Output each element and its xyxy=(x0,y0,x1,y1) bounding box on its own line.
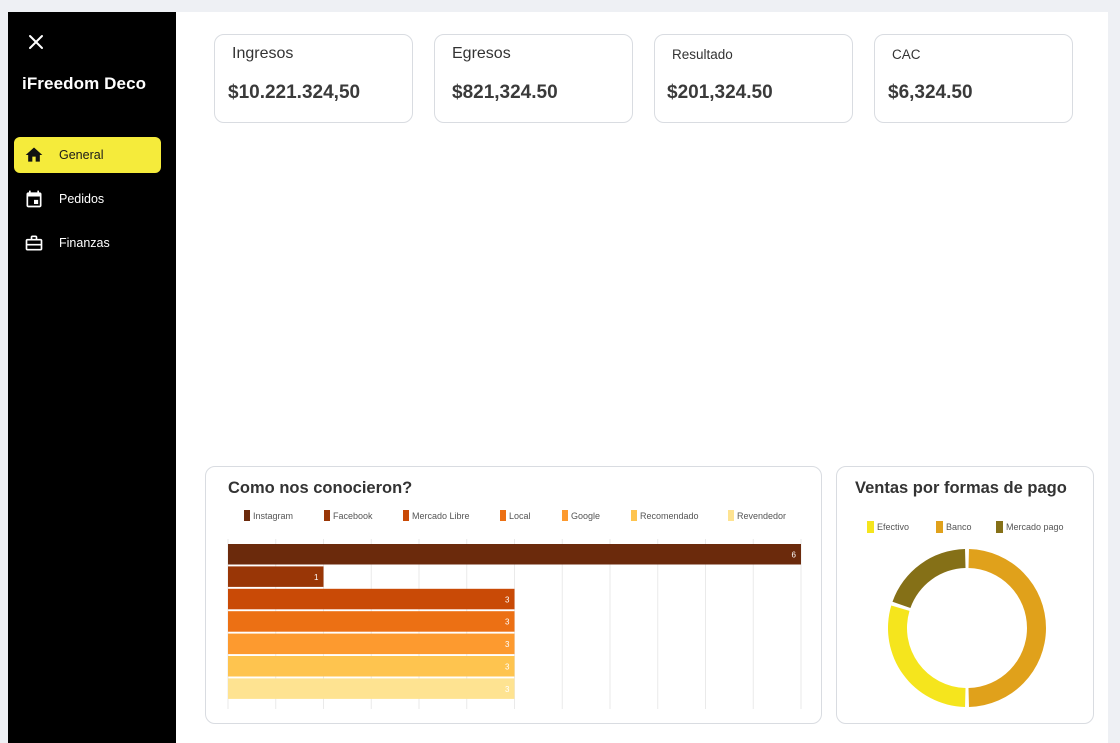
brand-title: iFreedom Deco xyxy=(22,74,147,93)
sidebar: iFreedom Deco General Pedidos Finanzas xyxy=(8,12,176,743)
bar-data-label: 3 xyxy=(505,618,510,627)
bar-data-label: 3 xyxy=(505,663,510,672)
bar[interactable] xyxy=(228,656,515,677)
bar-data-label: 6 xyxy=(792,551,797,560)
kpi-card-cac: CAC $6,324.50 xyxy=(874,34,1073,123)
donut-slice[interactable] xyxy=(888,605,966,707)
bar[interactable] xyxy=(228,544,801,565)
bar[interactable] xyxy=(228,633,515,655)
bar-data-label: 3 xyxy=(505,685,510,694)
bar[interactable] xyxy=(228,678,515,699)
bar-data-label: 1 xyxy=(314,573,319,582)
kpi-card-ingresos: Ingresos $10.221.324,50 xyxy=(214,34,413,123)
bar-data-label: 3 xyxy=(505,640,510,649)
kpi-title: Ingresos xyxy=(232,45,294,62)
calendar-icon xyxy=(24,189,44,209)
kpi-title: CAC xyxy=(892,47,921,62)
kpi-value: $10.221.324,50 xyxy=(228,82,361,103)
chart-panel-ventas-por-formas-de-pago: Ventas por formas de pago Efectivo Banco M… xyxy=(836,466,1094,724)
kpi-title: Resultado xyxy=(672,47,733,62)
sidebar-item-label: General xyxy=(59,148,104,162)
bar-chart: 6 1 3 3 3 3 3 xyxy=(227,539,802,709)
briefcase-icon xyxy=(24,233,44,253)
sidebar-item-label: Pedidos xyxy=(59,192,105,206)
donut-slice[interactable] xyxy=(968,549,1046,707)
kpi-value: $201,324.50 xyxy=(667,82,773,103)
kpi-title: Egresos xyxy=(452,45,511,62)
kpi-value: $821,324.50 xyxy=(452,82,558,103)
kpi-value: $6,324.50 xyxy=(888,82,973,103)
close-menu-button[interactable] xyxy=(26,32,46,52)
sidebar-item-finanzas[interactable]: Finanzas xyxy=(14,225,161,261)
sidebar-item-general[interactable]: General xyxy=(14,137,161,173)
sidebar-item-pedidos[interactable]: Pedidos xyxy=(14,181,161,217)
close-icon xyxy=(29,35,43,49)
bar[interactable] xyxy=(228,566,324,587)
donut-slice[interactable] xyxy=(892,549,966,609)
kpi-card-egresos: Egresos $821,324.50 xyxy=(434,34,633,123)
bar-data-label: 3 xyxy=(505,595,510,604)
bar[interactable] xyxy=(228,588,515,610)
main-content: Ingresos $10.221.324,50 Egresos $821,324… xyxy=(176,12,1108,743)
chart-panel-como-nos-conocieron: Como nos conocieron? Instagram Facebook Me… xyxy=(205,466,822,724)
home-icon xyxy=(24,145,44,165)
kpi-card-resultado: Resultado $201,324.50 xyxy=(654,34,853,123)
bar[interactable] xyxy=(228,611,515,632)
donut-chart xyxy=(888,549,1046,707)
sidebar-item-label: Finanzas xyxy=(59,236,110,250)
